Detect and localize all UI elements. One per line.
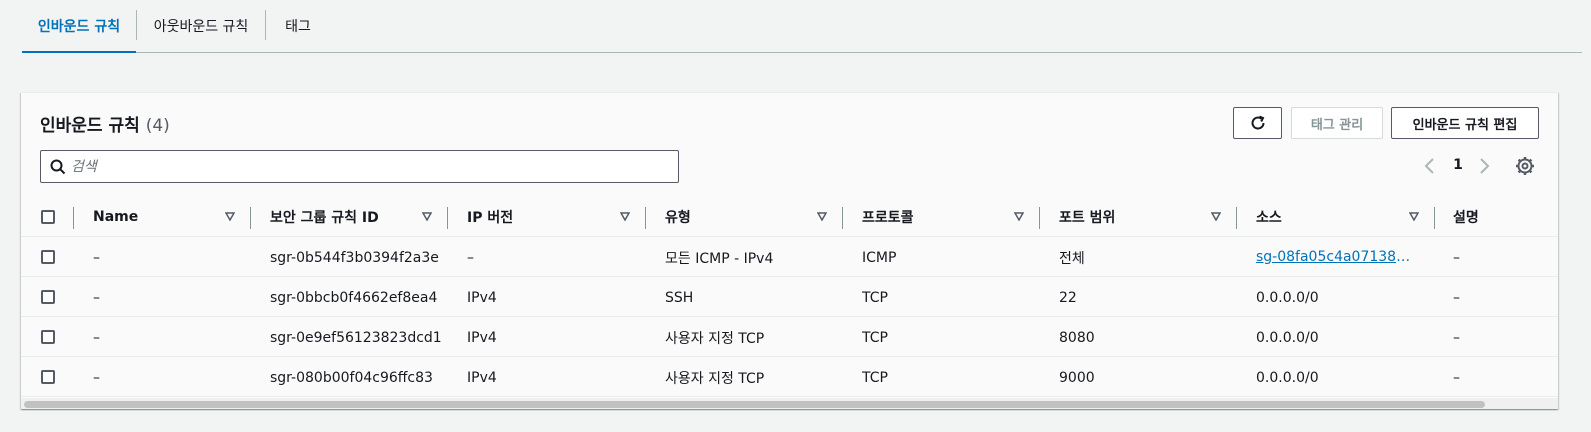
- sort-icon[interactable]: [620, 211, 630, 221]
- edit-inbound-rules-button[interactable]: 인바운드 규칙 편집: [1391, 107, 1539, 139]
- page-number[interactable]: 1: [1453, 157, 1463, 173]
- manage-tags-button[interactable]: 태그 관리: [1291, 107, 1383, 139]
- tab-inbound-rules[interactable]: 인바운드 규칙: [22, 0, 136, 53]
- inbound-rules-panel: 인바운드 규칙 (4) 태그 관리 인바운드 규칙 편집 1: [21, 92, 1558, 409]
- cell-protocol: TCP: [862, 329, 888, 346]
- sort-icon[interactable]: [1014, 211, 1024, 221]
- row-checkbox[interactable]: [41, 370, 55, 384]
- cell-rule-id: sgr-0bbcb0f4662ef8ea4: [270, 289, 438, 306]
- cell-name: –: [93, 289, 100, 306]
- column-divider[interactable]: [1434, 207, 1435, 229]
- source-security-group-link[interactable]: sg-08fa05c4a07138dd...: [1256, 238, 1416, 277]
- panel-title-text: 인바운드 규칙: [40, 116, 140, 136]
- column-header-name[interactable]: Name: [93, 197, 138, 237]
- cell-source: 0.0.0.0/0: [1256, 329, 1319, 346]
- column-divider[interactable]: [842, 207, 843, 229]
- cell-type: SSH: [665, 289, 694, 306]
- scrollbar-thumb[interactable]: [24, 401, 1485, 408]
- refresh-icon: [1251, 115, 1265, 130]
- search-icon: [50, 159, 66, 175]
- column-header-rule-id[interactable]: 보안 그룹 규칙 ID: [270, 197, 379, 237]
- cell-port-range: 전체: [1059, 250, 1085, 267]
- cell-protocol: TCP: [862, 289, 888, 306]
- cell-description: –: [1453, 289, 1460, 306]
- sort-icon[interactable]: [1409, 211, 1419, 221]
- cell-description: –: [1453, 369, 1460, 386]
- cell-source: 0.0.0.0/0: [1256, 369, 1319, 386]
- chevron-left-icon[interactable]: [1423, 157, 1437, 175]
- column-divider[interactable]: [1236, 207, 1237, 229]
- cell-ip-version: IPv4: [467, 289, 497, 306]
- panel-title: 인바운드 규칙 (4): [40, 111, 170, 136]
- cell-description: –: [1453, 249, 1460, 266]
- column-header-port-range[interactable]: 포트 범위: [1059, 197, 1115, 237]
- search-box: [40, 150, 679, 183]
- gear-icon[interactable]: [1515, 156, 1535, 176]
- cell-port-range: 22: [1059, 289, 1077, 306]
- cell-rule-id: sgr-0e9ef56123823dcd1: [270, 329, 442, 346]
- search-input[interactable]: [71, 156, 661, 178]
- table-row[interactable]: – sgr-080b00f04c96ffc83 IPv4 사용자 지정 TCP …: [21, 358, 1558, 397]
- column-header-protocol[interactable]: 프로토콜: [862, 197, 914, 237]
- column-divider[interactable]: [447, 207, 448, 229]
- cell-type: 사용자 지정 TCP: [665, 370, 765, 387]
- tab-outbound-rules[interactable]: 아웃바운드 규칙: [137, 0, 265, 52]
- horizontal-scrollbar[interactable]: [21, 398, 1558, 409]
- column-header-description[interactable]: 설명: [1453, 197, 1479, 237]
- cell-port-range: 8080: [1059, 329, 1095, 346]
- column-header-source[interactable]: 소스: [1256, 197, 1282, 237]
- sort-icon[interactable]: [817, 211, 827, 221]
- tab-tags[interactable]: 태그: [266, 0, 330, 52]
- rule-count: (4): [145, 116, 170, 136]
- cell-name: –: [93, 369, 100, 386]
- cell-protocol: ICMP: [862, 249, 897, 266]
- cell-rule-id: sgr-0b544f3b0394f2a3e: [270, 249, 439, 266]
- refresh-button[interactable]: [1233, 107, 1282, 139]
- row-checkbox[interactable]: [41, 330, 55, 344]
- cell-type: 모든 ICMP - IPv4: [665, 250, 774, 267]
- cell-name: –: [93, 249, 100, 266]
- table-row[interactable]: – sgr-0e9ef56123823dcd1 IPv4 사용자 지정 TCP …: [21, 318, 1558, 357]
- tab-bar: 인바운드 규칙 아웃바운드 규칙 태그: [22, 0, 1582, 53]
- column-divider[interactable]: [645, 207, 646, 229]
- cell-ip-version: –: [467, 249, 474, 266]
- sort-icon[interactable]: [422, 211, 432, 221]
- chevron-right-icon[interactable]: [1477, 157, 1491, 175]
- row-checkbox[interactable]: [41, 250, 55, 264]
- cell-port-range: 9000: [1059, 369, 1095, 386]
- sort-icon[interactable]: [225, 211, 235, 221]
- table-row[interactable]: – sgr-0bbcb0f4662ef8ea4 IPv4 SSH TCP 22 …: [21, 278, 1558, 317]
- cell-protocol: TCP: [862, 369, 888, 386]
- row-checkbox[interactable]: [41, 290, 55, 304]
- column-divider: [73, 207, 74, 229]
- column-header-ip-version[interactable]: IP 버전: [467, 197, 513, 237]
- select-all-checkbox[interactable]: [41, 210, 55, 224]
- cell-ip-version: IPv4: [467, 329, 497, 346]
- cell-source: 0.0.0.0/0: [1256, 289, 1319, 306]
- cell-description: –: [1453, 329, 1460, 346]
- table-row[interactable]: – sgr-0b544f3b0394f2a3e – 모든 ICMP - IPv4…: [21, 238, 1558, 277]
- cell-rule-id: sgr-080b00f04c96ffc83: [270, 369, 433, 386]
- cell-type: 사용자 지정 TCP: [665, 330, 765, 347]
- cell-ip-version: IPv4: [467, 369, 497, 386]
- cell-name: –: [93, 329, 100, 346]
- column-divider[interactable]: [250, 207, 251, 229]
- table-header: Name 보안 그룹 규칙 ID IP 버전 유형 프로토콜 포트 범위 소스 …: [21, 197, 1558, 237]
- column-divider[interactable]: [1039, 207, 1040, 229]
- column-header-type[interactable]: 유형: [665, 197, 691, 237]
- sort-icon[interactable]: [1211, 211, 1221, 221]
